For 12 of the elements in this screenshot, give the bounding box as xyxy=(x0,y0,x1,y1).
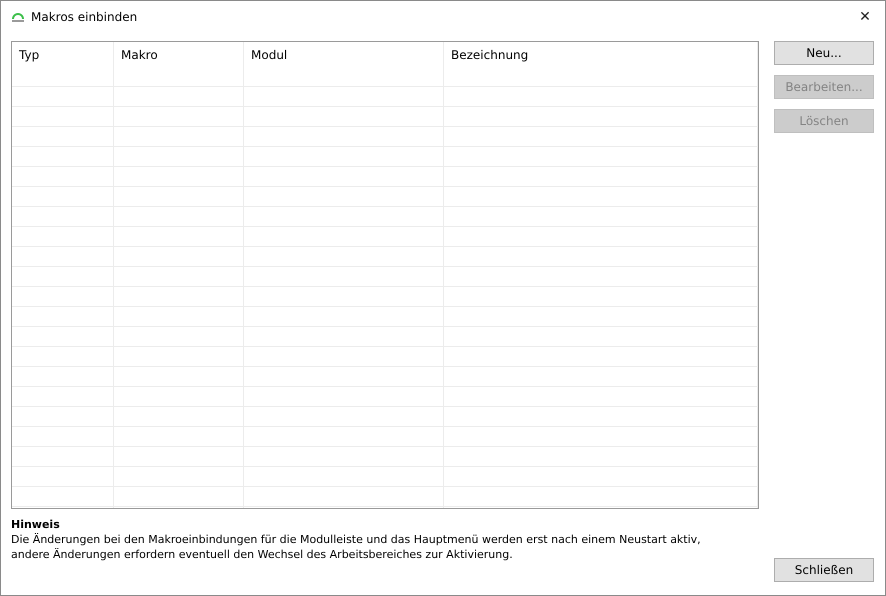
column-header[interactable]: Makro xyxy=(114,42,244,86)
column-header[interactable]: Typ xyxy=(12,42,114,86)
column-header[interactable]: Bezeichnung xyxy=(444,42,758,86)
close-button[interactable]: ✕ xyxy=(845,8,885,24)
app-icon xyxy=(11,12,25,22)
hint-text: Die Änderungen bei den Makroeinbindungen für die Modulleiste und das Hauptmenü werden erst nach einem Neustart aktiv, xyxy=(11,532,701,547)
hint-text: andere Änderungen erfordern eventuell den Wechsel des Arbeitsbereiches zur Aktivierung. xyxy=(11,547,513,562)
hint-title: Hinweis xyxy=(11,517,60,532)
close-dialog-button[interactable]: Schließen xyxy=(774,558,874,582)
column-header[interactable]: Modul xyxy=(244,42,444,86)
action-button[interactable]: Neu... xyxy=(774,41,874,65)
window-title: Makros einbinden xyxy=(31,10,138,24)
